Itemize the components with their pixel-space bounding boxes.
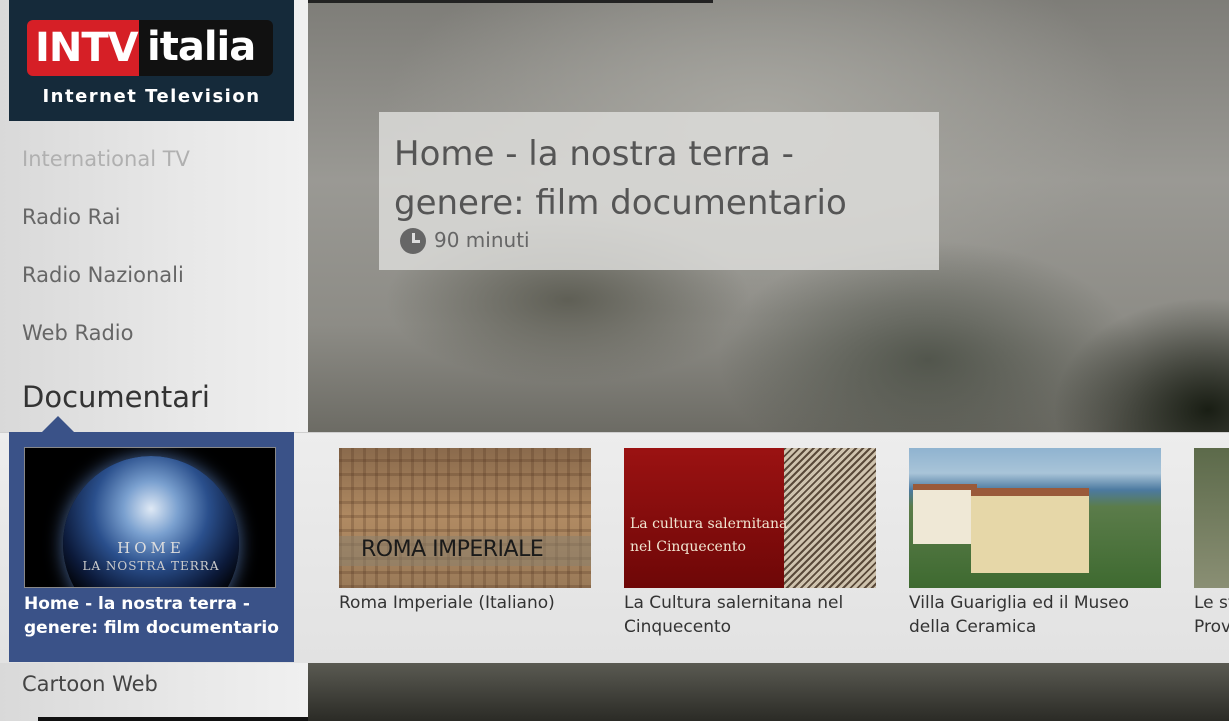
sidebar-bottom-divider bbox=[38, 717, 308, 721]
card-thumbnail: La cultura salernitana nel Cinquecento bbox=[624, 448, 876, 588]
carousel-item[interactable]: Villa Guariglia ed il Museo della Cerami… bbox=[909, 448, 1161, 639]
thumb-engraving bbox=[784, 448, 876, 588]
thumb-text: ROMA IMPERIALE bbox=[361, 537, 544, 562]
featured-duration: 90 minuti bbox=[434, 228, 530, 252]
sidebar-item-documentari[interactable]: Documentari bbox=[22, 380, 210, 414]
thumb-title-line1: HOME bbox=[117, 539, 185, 557]
background-bottom-band bbox=[308, 662, 1229, 721]
logo-brand-left: INTV bbox=[27, 20, 139, 76]
selection-pointer bbox=[42, 416, 74, 432]
sidebar-item-cartoon-web[interactable]: Cartoon Web bbox=[22, 672, 158, 696]
card-thumbnail: ROMA IMPERIALE bbox=[339, 448, 591, 588]
card-title: Villa Guariglia ed il Museo della Cerami… bbox=[909, 593, 1130, 637]
card-thumbnail bbox=[1194, 448, 1229, 588]
clock-icon bbox=[400, 228, 426, 254]
card-title: Le st Prov bbox=[1194, 593, 1229, 637]
sidebar-item-web-radio[interactable]: Web Radio bbox=[22, 321, 133, 345]
sidebar-item-radio-rai[interactable]: Radio Rai bbox=[22, 205, 121, 229]
top-progress-strip bbox=[308, 0, 713, 3]
thumb-villa-building bbox=[971, 488, 1089, 573]
logo-tagline: Internet Television bbox=[42, 86, 261, 107]
selected-caption: Home - la nostra terra - genere: film do… bbox=[24, 594, 279, 638]
tv-app-screen: Home - la nostra terra - genere: film do… bbox=[0, 0, 1229, 721]
card-thumbnail bbox=[909, 448, 1161, 588]
carousel-item[interactable]: La cultura salernitana nel Cinquecento L… bbox=[624, 448, 876, 639]
carousel-item-selected[interactable]: HOME LA NOSTRA TERRA Home - la nostra te… bbox=[9, 416, 294, 662]
thumb-text-line1: La cultura salernitana bbox=[630, 516, 788, 532]
selected-thumbnail: HOME LA NOSTRA TERRA bbox=[24, 447, 276, 588]
intv-italia-logo: INTV italia Internet Television bbox=[9, 0, 294, 121]
sidebar-item-radio-nazionali[interactable]: Radio Nazionali bbox=[22, 263, 184, 287]
logo-mark: INTV italia bbox=[27, 20, 273, 76]
featured-title: Home - la nostra terra - genere: film do… bbox=[394, 134, 847, 223]
carousel-item-partial[interactable]: Le st Prov bbox=[1194, 448, 1229, 639]
thumb-building-left bbox=[913, 484, 977, 544]
sidebar-item-international-tv[interactable]: International TV bbox=[22, 147, 190, 171]
logo-brand-right: italia bbox=[139, 20, 273, 76]
card-title: La Cultura salernitana nel Cinquecento bbox=[624, 593, 844, 637]
thumb-text-line2: nel Cinquecento bbox=[630, 539, 746, 555]
featured-info-panel: Home - la nostra terra - genere: film do… bbox=[379, 112, 939, 270]
carousel-item[interactable]: ROMA IMPERIALE Roma Imperiale (Italiano) bbox=[339, 448, 591, 615]
card-title: Roma Imperiale (Italiano) bbox=[339, 593, 555, 613]
thumb-title-line2: LA NOSTRA TERRA bbox=[82, 559, 220, 573]
